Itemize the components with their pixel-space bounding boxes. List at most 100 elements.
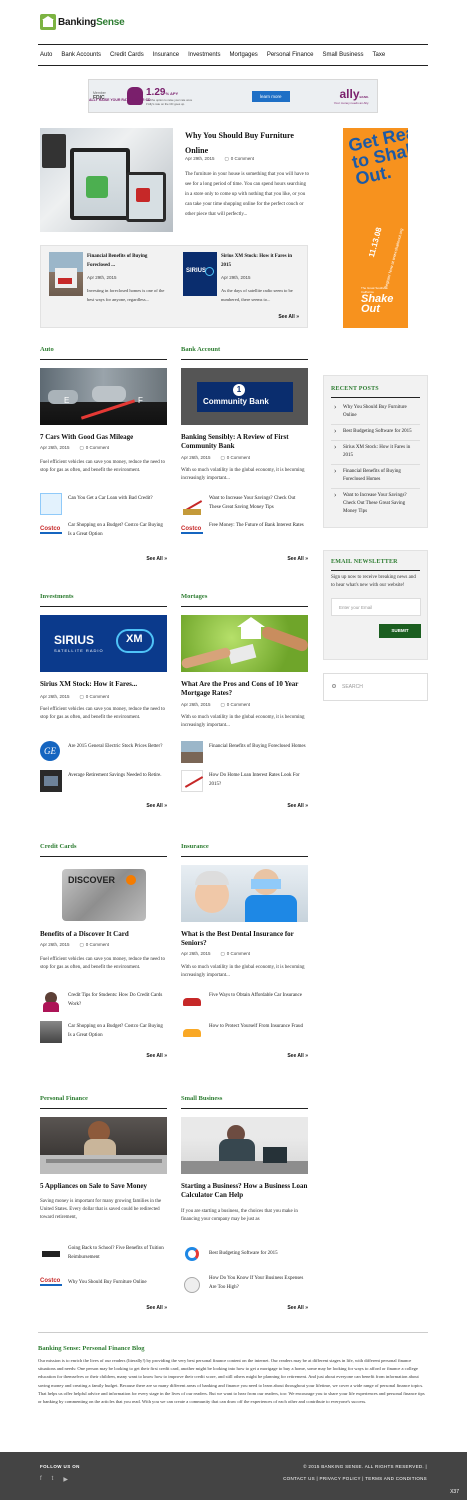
community-bank-image[interactable]: 1 Community Bank [181, 368, 308, 425]
discover-card-image[interactable]: DISCOVER [40, 865, 167, 922]
submit-button[interactable]: SUBMIT [379, 624, 421, 638]
category-post-title[interactable]: Banking Sensibly: A Review of First Comm… [181, 433, 308, 451]
ad-banner[interactable]: Member FDIC 1.29% APY ALLY RAISE YOUR RAT… [88, 79, 378, 113]
see-all-link[interactable]: See All [287, 556, 308, 562]
sub-post[interactable]: Financial Benefits of Buying Foreclosed … [181, 741, 308, 765]
email-field[interactable]: Enter your Email [331, 598, 421, 616]
sub-post[interactable]: Car Shopping on a Budget? Costco Car Buy… [40, 1021, 167, 1045]
category-post-title[interactable]: 5 Appliances on Sale to Save Money [40, 1182, 167, 1191]
costco-logo-thumb: Costco [181, 520, 203, 542]
contact-us-link[interactable]: CONTACT US [283, 1476, 315, 1481]
see-all-link[interactable]: See All [146, 556, 167, 562]
see-all-link[interactable]: See All [287, 1053, 308, 1059]
sirius-xm-image[interactable]: SIRIUS SATELLITE RADIO XM [40, 615, 167, 672]
category-heading[interactable]: Personal Finance [40, 1095, 167, 1109]
foreclosure-house-thumb [49, 252, 83, 296]
house-logo-icon [40, 14, 56, 30]
about-text: Our mission is to enrich the lives of ou… [38, 1358, 425, 1405]
category-post-title[interactable]: What Are the Pros and Cons of 10 Year Mo… [181, 680, 308, 698]
see-all-link[interactable]: See All [146, 803, 167, 809]
sub-post[interactable]: Credit Tips for Students: How Do Credit … [40, 990, 167, 1014]
sub-post[interactable]: How Do You Know If Your Business Expense… [181, 1273, 308, 1297]
about-section: Banking Sense: Personal Finance Blog Our… [38, 1332, 428, 1406]
category-heading[interactable]: Insurance [181, 843, 308, 857]
facebook-icon[interactable]: f [40, 1476, 42, 1483]
fuel-gauge-image[interactable]: E F [40, 368, 167, 425]
featured-excerpt: The furniture in your house is something… [185, 172, 310, 217]
student-thumb [40, 990, 62, 1012]
social-links: f t ▶ [40, 1476, 68, 1483]
category-post-title[interactable]: Benefits of a Discover It Card [40, 930, 167, 939]
category-small-business: Small Business Starting a Business? How … [181, 1095, 308, 1320]
learn-more-button[interactable]: learn more [252, 90, 290, 102]
see-all-link[interactable]: See All [287, 1305, 308, 1311]
logo-text: BankingSense [58, 16, 125, 28]
sub-post[interactable]: Five Ways to Obtain Affordable Car Insur… [181, 990, 308, 1014]
search-input[interactable]: SEARCH [323, 673, 428, 701]
category-post-title[interactable]: What is the Best Dental Insurance for Se… [181, 930, 308, 948]
category-heading[interactable]: Investments [40, 593, 167, 607]
see-all-link[interactable]: See All [146, 1053, 167, 1059]
sub-post[interactable]: Can You Get a Car Loan with Bad Credit? [40, 493, 167, 517]
sub-post[interactable]: Going Back to School? Five Benefits of T… [40, 1243, 167, 1267]
nav-item-small-business[interactable]: Small Business [321, 52, 371, 58]
comment-count[interactable]: 0 Comment [225, 156, 255, 161]
shakeout-ad[interactable]: Get Ready to Shake Out. 11.13.08 Registe… [343, 128, 408, 328]
category-post-title[interactable]: 7 Cars With Good Gas Mileage [40, 433, 167, 442]
sub-post[interactable]: Costco Car Shopping on a Budget? Costco … [40, 520, 167, 544]
newsletter-heading: EMAIL NEWSLETTER [331, 559, 420, 571]
recent-post-link[interactable]: Best Budgeting Software for 2015 [331, 425, 420, 441]
category-post-title[interactable]: Sirius XM Stock: How it Fares... [40, 680, 167, 689]
sub-post[interactable]: Want to Increase Your Savings? Check Out… [181, 493, 308, 517]
costco-logo-thumb: Costco [40, 520, 62, 542]
recent-post-link[interactable]: Financial Benefits of Buying Foreclosed … [331, 465, 420, 489]
sub-post[interactable]: Average Retirement Savings Needed to Ret… [40, 770, 167, 794]
recent-post-link[interactable]: Why You Should Buy Furniture Online [331, 401, 420, 425]
featured-title[interactable]: Why You Should Buy Furniture Online [185, 128, 305, 158]
category-heading[interactable]: Mortages [181, 593, 308, 607]
post-meta: Apr 26th, 20150 Comment [181, 702, 250, 708]
see-all-link[interactable]: See All [146, 1305, 167, 1311]
privacy-policy-link[interactable]: PRIVACY POLICY [315, 1476, 361, 1481]
site-footer: FOLLOW US ON f t ▶ © 2015 BANKING SENSE.… [0, 1452, 467, 1500]
about-heading: Banking Sense: Personal Finance Blog [38, 1345, 145, 1352]
budget-software-thumb [181, 1243, 203, 1265]
category-heading[interactable]: Auto [40, 346, 167, 360]
sub-post[interactable]: Costco Why You Should Buy Furniture Onli… [40, 1273, 167, 1297]
nav-item-credit-cards[interactable]: Credit Cards [108, 52, 151, 58]
terms-link[interactable]: TERMS AND CONDITIONS [361, 1476, 427, 1481]
nav-item-investments[interactable]: Investments [186, 52, 227, 58]
costco-logo-thumb: Costco [40, 1273, 62, 1295]
appliance-store-image[interactable] [40, 1117, 167, 1174]
post-excerpt: If you are starting a business, the choi… [181, 1209, 298, 1222]
office-image[interactable] [181, 1117, 308, 1174]
see-all-link[interactable]: See All [278, 314, 299, 320]
nav-item-bank-accounts[interactable]: Bank Accounts [59, 52, 108, 58]
house-money-image[interactable] [181, 615, 308, 672]
category-post-title[interactable]: Starting a Business? How a Business Loan… [181, 1182, 308, 1200]
nav-item-auto[interactable]: Auto [38, 52, 59, 58]
sub-post[interactable]: How to Protect Yourself From Insurance F… [181, 1021, 308, 1045]
post-meta: Apr 26th, 20150 Comment [181, 455, 250, 461]
dentist-image[interactable] [181, 865, 308, 922]
recent-post-link[interactable]: Sirius XM Stock: How it Fares in 2015 [331, 441, 420, 465]
post-excerpt: With so much volatility in the global ec… [181, 715, 305, 728]
youtube-icon[interactable]: ▶ [63, 1476, 68, 1483]
category-heading[interactable]: Bank Account [181, 346, 308, 360]
recent-post-link[interactable]: Want to Increase Your Savings? Check Out… [331, 489, 420, 520]
nav-item-personal-finance[interactable]: Personal Finance [265, 52, 321, 58]
category-heading[interactable]: Small Business [181, 1095, 308, 1109]
nav-item-taxes[interactable]: Taxe [371, 52, 393, 58]
sub-post[interactable]: Best Budgeting Software for 2015 [181, 1243, 308, 1267]
sub-post[interactable]: How Do Home Loan Interest Rates Look For… [181, 770, 308, 794]
featured-image[interactable] [40, 128, 173, 232]
category-heading[interactable]: Credit Cards [40, 843, 167, 857]
sub-post[interactable]: Costco Free Money: The Future of Bank In… [181, 520, 308, 544]
category-auto: Auto E F 7 Cars With Good Gas Mileage Ap… [40, 346, 167, 571]
site-logo[interactable]: BankingSense [40, 12, 125, 32]
nav-item-insurance[interactable]: Insurance [151, 52, 186, 58]
sub-post[interactable]: GE Are 2015 General Electric Stock Price… [40, 741, 167, 765]
twitter-icon[interactable]: t [52, 1476, 54, 1483]
nav-item-mortgages[interactable]: Mortgages [227, 52, 264, 58]
see-all-link[interactable]: See All [287, 803, 308, 809]
